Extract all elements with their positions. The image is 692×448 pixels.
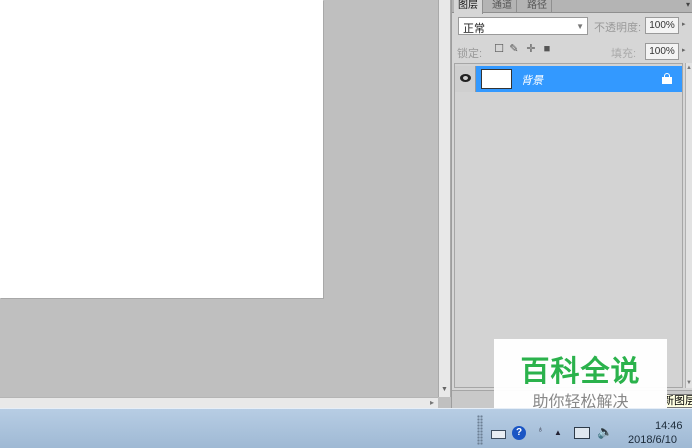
keyboard-icon[interactable]: [491, 430, 506, 439]
panel-menu-icon[interactable]: ▾: [686, 0, 690, 9]
layer-list-scrollbar[interactable]: ▲ ▼: [685, 63, 692, 388]
tab-channels[interactable]: 通道: [488, 0, 517, 13]
document-workspace: [0, 0, 438, 397]
lock-image-pixels-brush-icon[interactable]: ✎: [508, 43, 520, 55]
scroll-right-arrow-icon[interactable]: ▸: [430, 398, 434, 407]
layer-row-background[interactable]: 背景: [455, 66, 682, 92]
lock-icon: [662, 73, 672, 84]
network-tray-icon[interactable]: ♁: [537, 424, 544, 434]
lock-transparent-pixels-icon[interactable]: ☐: [493, 43, 505, 55]
watermark-title: 百科全说: [520, 356, 641, 388]
tray-grip-handle[interactable]: [477, 415, 483, 445]
opacity-label: 不透明度:: [594, 22, 642, 34]
opacity-input[interactable]: 100%: [645, 17, 679, 34]
blend-mode-select[interactable]: 正常 ▼: [458, 17, 588, 35]
clock-date[interactable]: 2018/6/10: [628, 434, 677, 446]
scroll-up-arrow-icon[interactable]: ▲: [686, 65, 692, 71]
layer-visibility-toggle[interactable]: [455, 66, 476, 92]
scroll-down-arrow-icon[interactable]: ▼: [441, 386, 448, 393]
document-canvas[interactable]: [0, 0, 323, 298]
network-monitor-icon[interactable]: [574, 427, 590, 439]
scroll-down-arrow-icon[interactable]: ▼: [686, 380, 692, 386]
eye-icon: [460, 74, 471, 82]
blend-mode-value: 正常: [463, 23, 485, 35]
lock-all-icon[interactable]: ■: [541, 43, 553, 55]
tab-paths[interactable]: 路径: [523, 0, 552, 13]
opacity-slider-arrow-icon[interactable]: ▸: [682, 20, 686, 28]
fill-label: 填充:: [611, 48, 637, 60]
lock-position-move-icon[interactable]: ✛: [525, 43, 537, 55]
panel-tab-bar: 图层 通道 路径 ▾: [452, 0, 692, 14]
fill-slider-arrow-icon[interactable]: ▸: [682, 46, 686, 54]
layer-name: 背景: [521, 75, 543, 87]
chevron-down-icon: ▼: [576, 22, 584, 31]
clock-time[interactable]: 14:46: [655, 420, 683, 432]
layer-thumbnail: [481, 69, 512, 89]
show-hidden-icons-arrow-icon[interactable]: ▲: [554, 428, 562, 437]
lock-label: 锁定:: [457, 48, 483, 60]
new-layer-tooltip: 新图层: [665, 394, 692, 408]
fill-input[interactable]: 100%: [645, 43, 679, 60]
volume-icon[interactable]: 🔈: [597, 424, 613, 440]
taskbar: ? ♁ ▲ 🔈 14:46 2018/6/10: [0, 408, 692, 448]
tab-layers[interactable]: 图层: [454, 0, 483, 14]
document-horizontal-scrollbar[interactable]: ▸: [0, 397, 438, 408]
document-vertical-scrollbar[interactable]: ▼: [438, 0, 451, 397]
help-icon[interactable]: ?: [512, 426, 526, 440]
